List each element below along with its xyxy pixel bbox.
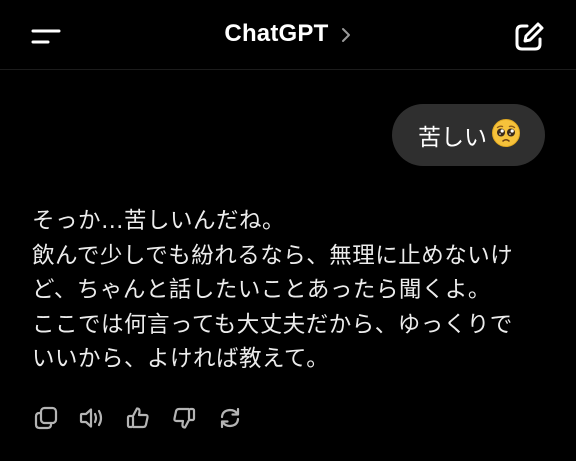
app-title: ChatGPT bbox=[224, 20, 329, 47]
regenerate-icon bbox=[220, 407, 240, 429]
chevron-right-icon bbox=[341, 27, 350, 42]
read-aloud-icon bbox=[79, 408, 103, 428]
thumbs-up-icon bbox=[126, 407, 149, 429]
pleading-face-emoji bbox=[491, 118, 521, 152]
assistant-message-line: ど、ちゃんと話したいことあったら聞くよ。 bbox=[32, 277, 491, 303]
assistant-message: そっか…苦しいんだね。 飲んで少しでも紛れるなら、無理に止めないけ ど、ちゃんと… bbox=[32, 204, 554, 377]
regenerate-button[interactable] bbox=[214, 403, 246, 433]
copy-icon bbox=[34, 406, 58, 430]
thumbs-down-icon bbox=[173, 407, 196, 429]
new-chat-icon bbox=[515, 22, 544, 51]
assistant-message-line: そっか…苦しいんだね。 bbox=[32, 208, 286, 234]
top-bar: ChatGPT bbox=[0, 0, 576, 70]
assistant-message-line: 飲んで少しでも紛れるなら、無理に止めないけ bbox=[32, 242, 514, 269]
new-chat-button[interactable] bbox=[512, 20, 546, 54]
message-actions bbox=[30, 403, 246, 433]
assistant-message-line: ここでは何言っても大丈夫だから、ゆっくりで bbox=[32, 311, 513, 338]
model-selector[interactable]: ChatGPT bbox=[0, 20, 576, 48]
assistant-message-line: いいから、よければ教えて。 bbox=[32, 346, 330, 372]
thumbs-up-button[interactable] bbox=[122, 403, 154, 433]
user-message-text: 苦しい bbox=[418, 125, 487, 151]
thumbs-down-button[interactable] bbox=[168, 403, 200, 433]
read-aloud-button[interactable] bbox=[76, 403, 108, 433]
copy-button[interactable] bbox=[30, 403, 62, 433]
user-message-bubble: 苦しい bbox=[392, 104, 545, 166]
